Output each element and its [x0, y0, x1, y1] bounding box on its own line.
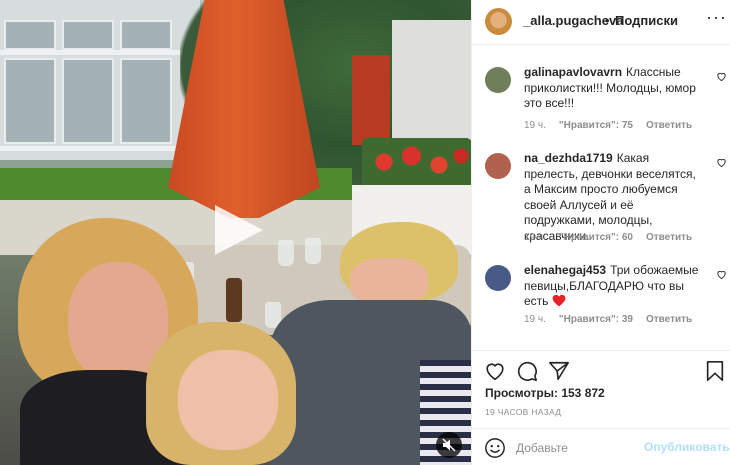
comments-list[interactable]: galinapavlovavrn Классные приколистки!!! … [472, 45, 730, 350]
comment-time[interactable]: 19 ч. [524, 120, 546, 131]
emoji-icon[interactable] [484, 437, 506, 459]
share-icon[interactable] [548, 360, 570, 382]
comment-time[interactable]: 19 ч. [524, 232, 546, 243]
person-face [350, 258, 428, 306]
post-panel: _alla.pugacheva • Подписки ··· galinapav… [471, 0, 730, 465]
mute-icon [442, 438, 456, 452]
add-comment-bar: Опубликовать [472, 428, 730, 465]
background-building [0, 0, 200, 160]
following-button[interactable]: Подписки [615, 13, 678, 28]
comment-username[interactable]: elenahegaj453 [524, 263, 606, 277]
comment-body: galinapavlovavrn Классные приколистки!!! … [524, 65, 700, 112]
post-header: _alla.pugacheva • Подписки ··· [472, 0, 730, 45]
post-actions: Просмотры: 153 872 19 ЧАСОВ НАЗАД [472, 350, 730, 430]
comment-body: elenahegaj453 Три обожаемые певицы,БЛАГОД… [524, 263, 700, 310]
view-count[interactable]: Просмотры: 153 872 [485, 386, 605, 400]
avatar[interactable] [485, 8, 512, 35]
comment-likes[interactable]: "Нравится": 60 [559, 232, 633, 243]
more-icon[interactable]: ··· [706, 8, 727, 26]
comment-username[interactable]: na_dezhda1719 [524, 151, 613, 165]
comment-body: na_dezhda1719 Какая прелесть, девчонки ве… [524, 151, 700, 244]
heart-icon[interactable] [716, 269, 727, 280]
wine-glass [278, 240, 294, 266]
reply-button[interactable]: Ответить [646, 120, 692, 131]
comment-time[interactable]: 19 ч. [524, 314, 546, 325]
bottle [226, 278, 242, 322]
video-player[interactable] [0, 0, 471, 465]
post-time[interactable]: 19 ЧАСОВ НАЗАД [485, 407, 561, 417]
avatar[interactable] [485, 265, 511, 291]
comment-icon[interactable] [516, 360, 538, 382]
comment-likes[interactable]: "Нравится": 39 [559, 314, 633, 325]
avatar[interactable] [485, 153, 511, 179]
red-heart-emoji-icon [552, 294, 566, 307]
comment-meta: 19 ч. "Нравится": 39 Ответить [524, 314, 692, 325]
avatar[interactable] [485, 67, 511, 93]
comment-username[interactable]: galinapavlovavrn [524, 65, 622, 79]
heart-icon[interactable] [716, 157, 727, 168]
separator-dot: • [605, 13, 610, 28]
bookmark-icon[interactable] [704, 360, 726, 382]
heart-icon[interactable] [716, 71, 727, 82]
person-face [178, 350, 278, 450]
background-wall [352, 55, 390, 145]
play-icon[interactable] [209, 203, 265, 257]
comment-likes[interactable]: "Нравится": 75 [559, 120, 633, 131]
reply-button[interactable]: Ответить [646, 232, 692, 243]
like-heart-icon[interactable] [484, 360, 506, 382]
mute-button[interactable] [436, 432, 462, 458]
reply-button[interactable]: Ответить [646, 314, 692, 325]
publish-button[interactable]: Опубликовать [644, 440, 730, 454]
comment-meta: 19 ч. "Нравится": 75 Ответить [524, 120, 692, 131]
comment-meta: 19 ч. "Нравится": 60 Ответить [524, 232, 692, 243]
wine-glass [305, 238, 321, 264]
